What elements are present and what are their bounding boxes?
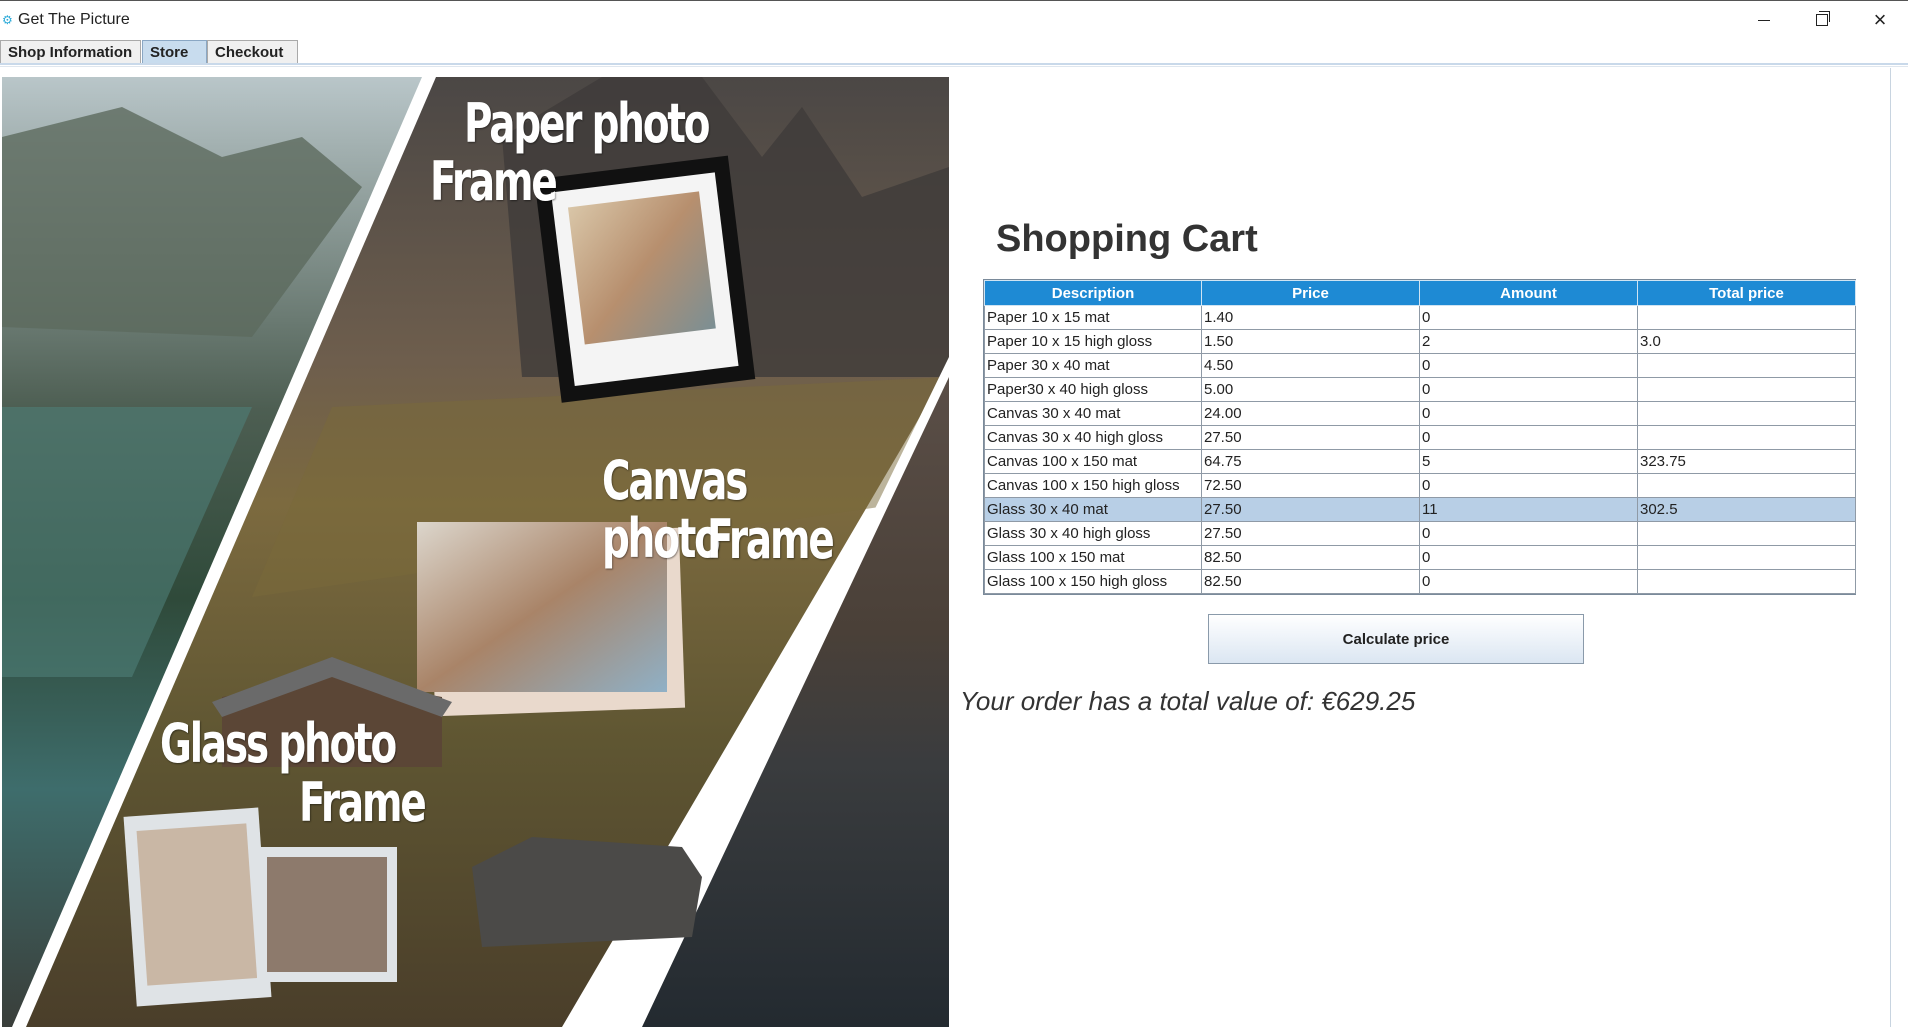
cell-amount[interactable]: 11: [1419, 497, 1638, 522]
close-icon: ×: [1873, 7, 1887, 32]
canvas-frame-label-2: Frame: [707, 508, 835, 571]
cell-description[interactable]: Glass 30 x 40 high gloss: [984, 521, 1202, 546]
column-header-price[interactable]: Price: [1201, 280, 1420, 306]
table-row[interactable]: Paper30 x 40 high gloss 5.00 0: [984, 377, 1856, 402]
title-bar: ⚙ Get The Picture ×: [0, 0, 1908, 38]
cell-amount[interactable]: 0: [1419, 545, 1638, 570]
table-row[interactable]: Paper 10 x 15 mat 1.40 0: [984, 305, 1856, 330]
shopping-cart-title: Shopping Cart: [996, 218, 1258, 260]
photo-frames-collage: Paper photo Frame Canvas photo Frame Gla…: [2, 77, 949, 1027]
table-row[interactable]: Paper 30 x 40 mat 4.50 0: [984, 353, 1856, 378]
glass-frame-label-2: Frame: [299, 771, 427, 834]
cart-table-container: Description Price Amount Total price Pap…: [983, 279, 1856, 595]
cell-total[interactable]: [1637, 545, 1856, 570]
cell-description[interactable]: Paper30 x 40 high gloss: [984, 377, 1202, 402]
cell-price[interactable]: 4.50: [1201, 353, 1420, 378]
cell-description[interactable]: Canvas 100 x 150 mat: [984, 449, 1202, 474]
cell-amount[interactable]: 0: [1419, 425, 1638, 450]
glass-frame-label-1: Glass photo: [160, 712, 397, 775]
cell-description[interactable]: Paper 10 x 15 mat: [984, 305, 1202, 330]
cell-total[interactable]: 302.5: [1637, 497, 1856, 522]
paper-frame-label-2: Frame: [430, 150, 558, 213]
cell-amount[interactable]: 0: [1419, 353, 1638, 378]
cell-price[interactable]: 82.50: [1201, 545, 1420, 570]
tab-bar: Shop Information Store Checkout: [0, 38, 1908, 65]
table-row[interactable]: Canvas 100 x 150 high gloss 72.50 0: [984, 473, 1856, 498]
cell-price[interactable]: 27.50: [1201, 521, 1420, 546]
cell-total[interactable]: [1637, 521, 1856, 546]
cell-amount[interactable]: 0: [1419, 473, 1638, 498]
cell-total[interactable]: [1637, 377, 1856, 402]
cell-price[interactable]: 1.40: [1201, 305, 1420, 330]
calculate-price-button[interactable]: Calculate price: [1208, 614, 1584, 664]
cell-description[interactable]: Glass 100 x 150 high gloss: [984, 569, 1202, 594]
tab-store[interactable]: Store: [142, 40, 207, 64]
cell-price[interactable]: 82.50: [1201, 569, 1420, 594]
cell-total[interactable]: [1637, 401, 1856, 426]
table-row[interactable]: Glass 100 x 150 high gloss 82.50 0: [984, 569, 1856, 594]
tab-shop-information[interactable]: Shop Information: [0, 40, 141, 64]
column-header-total-price[interactable]: Total price: [1637, 280, 1856, 306]
cell-price[interactable]: 27.50: [1201, 425, 1420, 450]
table-row[interactable]: Canvas 30 x 40 mat 24.00 0: [984, 401, 1856, 426]
column-header-amount[interactable]: Amount: [1419, 280, 1638, 306]
restore-icon: [1816, 11, 1830, 26]
cell-price[interactable]: 24.00: [1201, 401, 1420, 426]
table-row[interactable]: Glass 30 x 40 high gloss 27.50 0: [984, 521, 1856, 546]
cell-price[interactable]: 27.50: [1201, 497, 1420, 522]
cell-amount[interactable]: 0: [1419, 305, 1638, 330]
app-gear-icon: ⚙: [2, 13, 13, 27]
cell-amount[interactable]: 5: [1419, 449, 1638, 474]
cell-description[interactable]: Paper 30 x 40 mat: [984, 353, 1202, 378]
paper-frame-label-1: Paper photo: [464, 92, 711, 155]
cell-total[interactable]: [1637, 305, 1856, 330]
minimize-icon: [1758, 19, 1770, 21]
cell-amount[interactable]: 0: [1419, 521, 1638, 546]
cell-total[interactable]: [1637, 353, 1856, 378]
table-row[interactable]: Canvas 30 x 40 high gloss 27.50 0: [984, 425, 1856, 450]
cell-price[interactable]: 1.50: [1201, 329, 1420, 354]
cell-total[interactable]: [1637, 425, 1856, 450]
restore-button[interactable]: [1793, 1, 1851, 39]
table-row[interactable]: Glass 100 x 150 mat 82.50 0: [984, 545, 1856, 570]
cell-price[interactable]: 5.00: [1201, 377, 1420, 402]
tab-checkout[interactable]: Checkout: [207, 40, 298, 64]
column-header-description[interactable]: Description: [984, 280, 1202, 306]
cell-total[interactable]: 3.0: [1637, 329, 1856, 354]
cell-description[interactable]: Paper 10 x 15 high gloss: [984, 329, 1202, 354]
cell-total[interactable]: [1637, 569, 1856, 594]
cell-description[interactable]: Canvas 30 x 40 high gloss: [984, 425, 1202, 450]
cell-description[interactable]: Canvas 100 x 150 high gloss: [984, 473, 1202, 498]
cell-price[interactable]: 72.50: [1201, 473, 1420, 498]
cell-amount[interactable]: 0: [1419, 569, 1638, 594]
table-header-row: Description Price Amount Total price: [984, 280, 1856, 306]
minimize-button[interactable]: [1735, 1, 1793, 39]
cell-amount[interactable]: 2: [1419, 329, 1638, 354]
order-total-text: Your order has a total value of: €629.25: [960, 686, 1416, 716]
window-title: Get The Picture: [18, 11, 130, 28]
cell-description[interactable]: Glass 100 x 150 mat: [984, 545, 1202, 570]
close-button[interactable]: ×: [1851, 1, 1908, 39]
cell-amount[interactable]: 0: [1419, 377, 1638, 402]
panel-edge: [1890, 68, 1891, 1027]
cell-amount[interactable]: 0: [1419, 401, 1638, 426]
table-row[interactable]: Paper 10 x 15 high gloss 1.50 2 3.0: [984, 329, 1856, 354]
cell-description[interactable]: Canvas 30 x 40 mat: [984, 401, 1202, 426]
table-row-selected[interactable]: Glass 30 x 40 mat 27.50 11 302.5: [984, 497, 1856, 522]
cell-total[interactable]: [1637, 473, 1856, 498]
table-row[interactable]: Canvas 100 x 150 mat 64.75 5 323.75: [984, 449, 1856, 474]
cell-description[interactable]: Glass 30 x 40 mat: [984, 497, 1202, 522]
cart-table: Description Price Amount Total price Pap…: [984, 280, 1856, 594]
cell-total[interactable]: 323.75: [1637, 449, 1856, 474]
cell-price[interactable]: 64.75: [1201, 449, 1420, 474]
